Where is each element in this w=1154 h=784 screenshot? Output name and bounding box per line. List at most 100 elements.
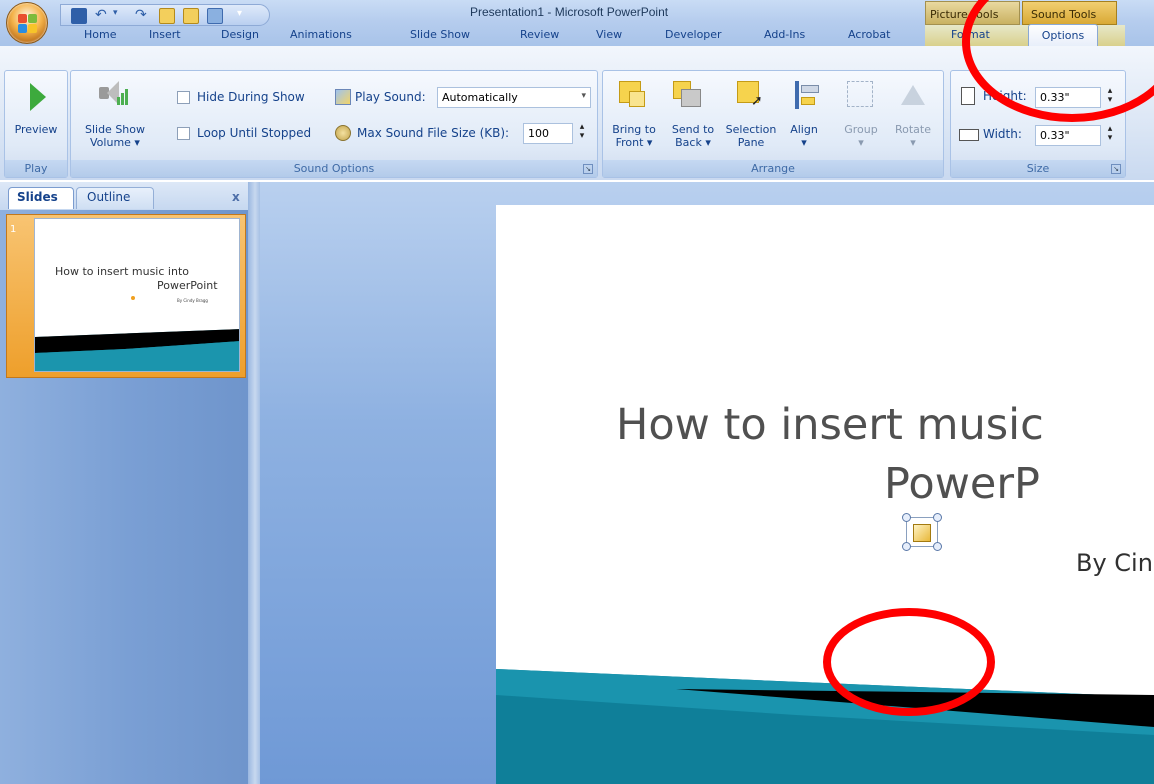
tab-outline[interactable]: Outline (76, 187, 154, 209)
slide-thumbnail[interactable]: How to insert music into PowerPoint By C… (34, 218, 240, 372)
slide-subtitle[interactable]: By Cinc (1076, 549, 1154, 577)
volume-speaker-icon (99, 79, 128, 109)
annotation-circle (823, 608, 995, 716)
resize-handle[interactable] (933, 542, 942, 551)
rotate-label: Rotate (894, 123, 931, 136)
resize-handle[interactable] (902, 542, 911, 551)
group-arrange: Bring to Front ▾ Send to Back ▾ ➚ Select… (602, 70, 944, 178)
tab-slide-show[interactable]: Slide Show (410, 25, 470, 46)
speaker-icon (913, 524, 931, 542)
width-icon (959, 129, 979, 141)
bring-to-front-button[interactable]: Bring to Front ▾ (603, 123, 665, 149)
max-size-input[interactable]: 100 (523, 123, 573, 144)
open-folder-icon[interactable] (183, 8, 199, 24)
tab-insert[interactable]: Insert (149, 25, 181, 46)
tab-animations[interactable]: Animations (290, 25, 352, 46)
rotate-chevron-icon: ▾ (910, 136, 916, 149)
align-icon-part (801, 85, 819, 93)
align-label: Align (790, 123, 818, 136)
resize-handle[interactable] (933, 513, 942, 522)
quick-access-toolbar: ↶ ▾ ↷ ▾ (60, 4, 270, 26)
thumbnail-band (35, 329, 239, 371)
hide-during-show-label: Hide During Show (197, 90, 305, 104)
loop-until-stopped-label: Loop Until Stopped (197, 126, 312, 140)
max-size-label: Max Sound File Size (KB): (357, 126, 510, 140)
send-to-back-button[interactable]: Send to Back ▾ (665, 123, 721, 149)
slide-canvas[interactable]: How to insert music PowerP By Cinc (496, 205, 1154, 784)
new-file-icon[interactable] (159, 8, 175, 24)
bring-to-front-label-1: Bring to (612, 123, 656, 136)
selection-pane-label-2: Pane (737, 136, 765, 149)
group-icon (847, 81, 873, 107)
slide-title-line1[interactable]: How to insert music (616, 400, 1044, 450)
thumbnail-sound-icon (131, 296, 135, 300)
width-spinner[interactable]: ▴ ▾ (1103, 125, 1117, 146)
undo-dropdown-icon[interactable]: ▾ (113, 8, 129, 24)
group-label: Group (844, 123, 878, 136)
resize-handle[interactable] (902, 513, 911, 522)
width-input[interactable]: 0.33" (1035, 125, 1101, 146)
thumbnail-byline: By Cindy Bragg (177, 298, 208, 303)
undo-icon[interactable]: ↶ (95, 8, 111, 24)
close-icon[interactable]: x (232, 190, 240, 204)
office-logo-icon (18, 14, 27, 23)
tab-acrobat[interactable]: Acrobat (848, 25, 890, 46)
tab-design[interactable]: Design (221, 25, 259, 46)
group-button: Group ▾ (837, 123, 885, 149)
redo-icon[interactable]: ↷ (135, 8, 151, 24)
rotate-icon (901, 85, 925, 105)
thumbnail-title-line2: PowerPoint (157, 279, 218, 292)
tab-review[interactable]: Review (520, 25, 559, 46)
group-chevron-icon: ▾ (858, 136, 864, 149)
sound-options-label: Sound Options (293, 162, 375, 175)
slide-title-line2[interactable]: PowerP (884, 459, 1040, 509)
group-label-sound-options: Sound Options (71, 160, 597, 177)
bring-to-front-label-2: Front ▾ (615, 136, 653, 149)
send-to-back-label-2: Back ▾ (675, 136, 711, 149)
save-icon[interactable] (71, 8, 87, 24)
office-logo-part (28, 24, 37, 33)
selection-pane-button[interactable]: Selection Pane (721, 123, 781, 149)
slide-show-volume-button[interactable]: Slide Show Volume ▾ (77, 123, 153, 149)
loop-until-stopped-checkbox[interactable] (177, 127, 190, 140)
align-button[interactable]: Align ▾ (781, 123, 827, 149)
rotate-button: Rotate ▾ (887, 123, 939, 149)
preview-button[interactable]: Preview (7, 123, 65, 136)
align-icon (795, 81, 799, 109)
slide-show-volume-label-1: Slide Show (84, 123, 146, 136)
height-icon (961, 87, 975, 105)
size-dialog-launcher-icon[interactable]: ↘ (1111, 164, 1121, 174)
tab-home[interactable]: Home (84, 25, 116, 46)
max-size-spinner[interactable]: ▴ ▾ (575, 123, 589, 144)
selection-pane-cursor-icon: ➚ (751, 93, 763, 109)
hide-during-show-checkbox[interactable] (177, 91, 190, 104)
dialog-launcher-icon[interactable]: ↘ (583, 164, 593, 174)
align-icon-part (801, 97, 815, 105)
selection-pane-label-1: Selection (725, 123, 777, 136)
slide-show-volume-label-2: Volume ▾ (90, 136, 140, 149)
bring-to-front-icon-part (629, 91, 645, 107)
office-logo-part (18, 24, 27, 33)
play-sound-dropdown[interactable]: Automatically ▾ (437, 87, 591, 108)
thumbnail-title-line1: How to insert music into (55, 265, 189, 278)
chevron-down-icon: ▾ (581, 91, 586, 101)
sound-object[interactable] (902, 513, 942, 551)
group-label-size: Size (951, 160, 1125, 177)
tab-view[interactable]: View (596, 25, 622, 46)
slide-show-icon[interactable] (207, 8, 223, 24)
align-chevron-icon: ▾ (801, 136, 807, 149)
group-sound-options: Slide Show Volume ▾ Hide During Show Loo… (70, 70, 598, 178)
play-sound-icon (335, 89, 351, 105)
office-button[interactable] (6, 2, 48, 44)
group-play: Preview Play (4, 70, 68, 178)
window-title: Presentation1 - Microsoft PowerPoint (470, 5, 669, 19)
width-label: Width: (983, 127, 1022, 141)
send-to-back-label-1: Send to (671, 123, 715, 136)
group-label-arrange: Arrange (603, 160, 943, 177)
play-icon (30, 83, 46, 111)
tab-add-ins[interactable]: Add-Ins (764, 25, 805, 46)
customize-qat-icon[interactable]: ▾ (237, 8, 253, 24)
tab-slides[interactable]: Slides (8, 187, 74, 209)
tab-developer[interactable]: Developer (665, 25, 722, 46)
office-logo-part (28, 14, 37, 23)
